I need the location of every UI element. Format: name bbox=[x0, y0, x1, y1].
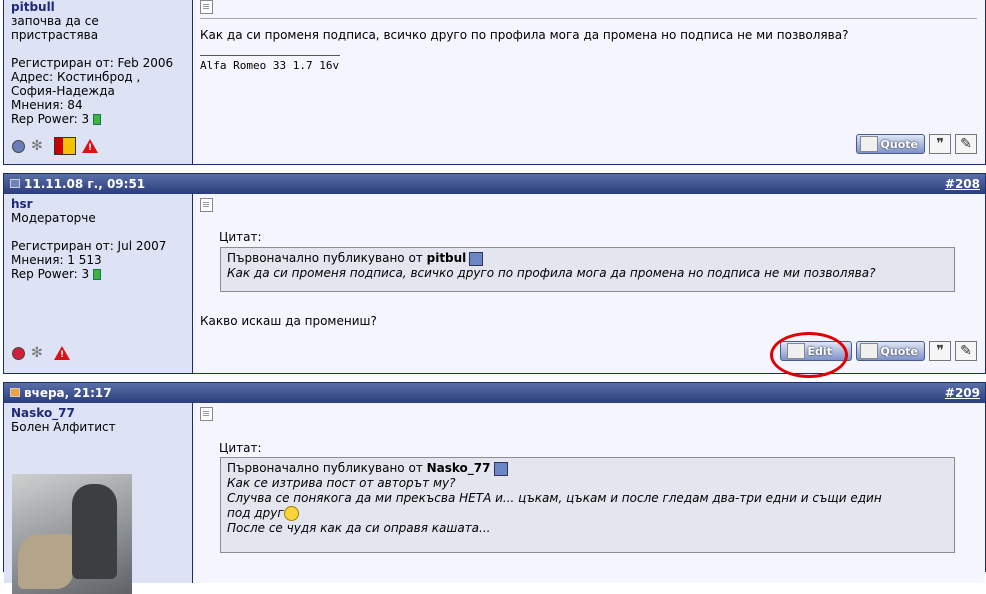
post-message: Как да си променя подписа, всичко друго … bbox=[200, 28, 849, 42]
edit-highlight-circle bbox=[770, 332, 848, 378]
user-title: Болен Алфитист bbox=[11, 420, 116, 434]
report-warning-icon[interactable] bbox=[82, 139, 98, 155]
multi-quote-button[interactable]: ❞ bbox=[929, 134, 951, 154]
quote-line-1: Как се изтрива пост от авторът му? bbox=[227, 476, 456, 490]
registered-date: Регистриран от: Feb 2006 bbox=[11, 56, 174, 70]
post-number-link[interactable]: #209 bbox=[945, 386, 980, 400]
post-icon bbox=[200, 0, 213, 14]
smiley-icon bbox=[283, 506, 299, 521]
user-panel: Nasko_77 Болен Алфитист bbox=[4, 403, 193, 594]
post-date: вчера, 21:17 bbox=[24, 386, 112, 400]
user-title: започва да се пристрастява bbox=[11, 14, 99, 42]
user-address-line2: София-Надежда bbox=[11, 84, 115, 98]
post-count: Мнения: 1 513 bbox=[11, 253, 102, 267]
new-post-status-icon bbox=[10, 388, 20, 397]
gear-icon: ✻ bbox=[31, 138, 43, 154]
signature: Alfa Romeo 33 1.7 16v bbox=[200, 59, 340, 72]
post-209: вчера, 21:17 #209 Nasko_77 Болен Алфитис… bbox=[3, 382, 986, 594]
username-link[interactable]: pitbull bbox=[11, 0, 186, 14]
quick-reply-button[interactable]: ✎ bbox=[955, 341, 977, 361]
offline-status-icon bbox=[12, 139, 25, 153]
quick-reply-button[interactable]: ✎ bbox=[955, 134, 977, 154]
post-content: Как да си променя подписа, всичко друго … bbox=[193, 0, 985, 164]
user-address-line1: Адрес: Костинброд , bbox=[11, 70, 141, 84]
registered-date: Регистриран от: Jul 2007 bbox=[11, 239, 167, 253]
multi-quote-button[interactable]: ❞ bbox=[929, 341, 951, 361]
quote-author: pitbul bbox=[426, 251, 467, 265]
quote-label: Цитат: bbox=[219, 441, 262, 455]
reputation-icon[interactable] bbox=[54, 137, 76, 155]
post-icon bbox=[200, 407, 213, 421]
quote-button[interactable]: Quote bbox=[855, 341, 925, 361]
rep-power: Rep Power: 3 bbox=[11, 267, 186, 281]
user-avatar[interactable] bbox=[12, 474, 132, 594]
post-message: Какво искаш да промениш? bbox=[200, 314, 377, 328]
rep-power: Rep Power: 3 bbox=[11, 112, 186, 126]
user-title: Модераторче bbox=[11, 211, 96, 225]
pencil-icon bbox=[859, 136, 878, 152]
quote-box: Първоначално публикувано от Nasko_77 Как… bbox=[220, 457, 955, 553]
user-panel: hsr Модераторче Регистриран от: Jul 2007… bbox=[4, 194, 193, 373]
divider bbox=[200, 18, 977, 19]
quote-line-3: под друг bbox=[227, 506, 284, 520]
signature-divider bbox=[200, 55, 340, 56]
quote-label: Цитат: bbox=[219, 230, 262, 244]
view-post-arrow-icon[interactable] bbox=[469, 251, 484, 266]
post-header: вчера, 21:17 #209 bbox=[4, 383, 985, 403]
post-number-link[interactable]: #208 bbox=[945, 177, 980, 191]
quote-box: Първоначално публикувано от pitbul Как д… bbox=[220, 247, 955, 292]
post-content: Цитат: Първоначално публикувано от Nasko… bbox=[193, 403, 985, 583]
quote-text: Как да си променя подписа, всичко друго … bbox=[227, 266, 876, 280]
quote-button[interactable]: Quote bbox=[855, 134, 925, 154]
quote-author: Nasko_77 bbox=[426, 461, 491, 475]
post-207: pitbull започва да се пристрастява Регис… bbox=[3, 0, 986, 165]
pencil-icon bbox=[859, 343, 878, 359]
username-link[interactable]: hsr bbox=[11, 197, 186, 211]
post-count: Мнения: 84 bbox=[11, 98, 83, 112]
post-header: 11.11.08 г., 09:51 #208 bbox=[4, 174, 985, 194]
online-status-icon bbox=[12, 346, 25, 360]
quote-line-4: После се чудя как да си оправя кашата... bbox=[227, 521, 491, 535]
post-date: 11.11.08 г., 09:51 bbox=[24, 177, 146, 191]
quote-line-2: Случва се понякога да ми прекъсва НЕТА и… bbox=[227, 491, 882, 505]
old-post-status-icon bbox=[10, 179, 20, 188]
view-post-arrow-icon[interactable] bbox=[493, 461, 508, 476]
user-panel: pitbull започва да се пристрастява Регис… bbox=[4, 0, 193, 164]
post-content: Цитат: Първоначално публикувано от pitbu… bbox=[193, 194, 985, 373]
gear-icon: ✻ bbox=[31, 345, 43, 361]
username-link[interactable]: Nasko_77 bbox=[11, 406, 186, 420]
post-icon bbox=[200, 198, 213, 212]
report-warning-icon[interactable] bbox=[54, 346, 70, 362]
